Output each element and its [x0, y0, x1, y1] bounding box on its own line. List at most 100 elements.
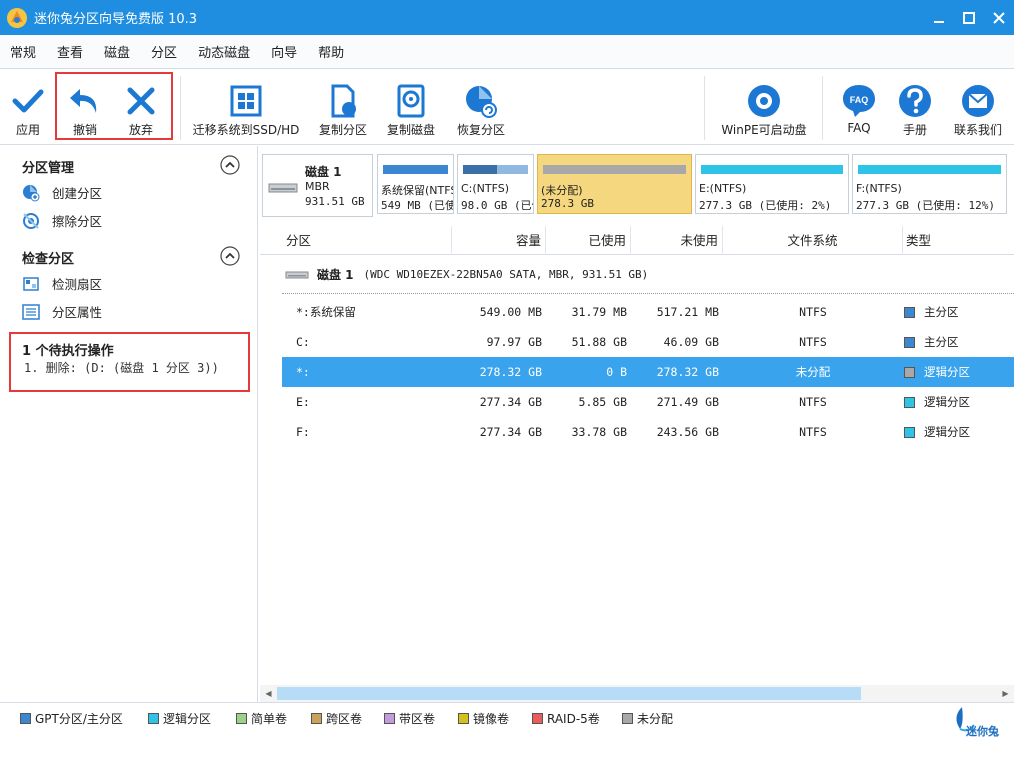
table-row[interactable]: F: 277.34 GB 33.78 GB 243.56 GB NTFS 逻辑分区	[282, 417, 1014, 447]
type-color-swatch	[904, 366, 915, 378]
type-color-swatch	[904, 396, 915, 408]
cell-filesystem: NTFS	[799, 305, 827, 319]
contact-us-button[interactable]: 联系我们	[948, 70, 1008, 145]
legend-item: 未分配	[622, 710, 673, 727]
collapse-up-icon[interactable]	[220, 246, 240, 266]
table-row[interactable]: E: 277.34 GB 5.85 GB 271.49 GB NTFS 逻辑分区	[282, 387, 1014, 417]
migrate-os-icon	[230, 85, 262, 117]
partition-properties-item[interactable]: 分区属性	[22, 302, 102, 321]
maximize-button[interactable]	[954, 0, 984, 35]
type-label: 逻辑分区	[924, 365, 970, 379]
menu-help[interactable]: 帮助	[318, 42, 344, 61]
partition-card-info: 549 MB (已使用	[381, 199, 453, 212]
menu-bar: 常规 查看 磁盘 分区 动态磁盘 向导 帮助	[0, 35, 1014, 69]
close-button[interactable]	[984, 0, 1014, 35]
hard-disk-icon	[268, 183, 298, 193]
minimize-button[interactable]	[924, 0, 954, 35]
partition-card-e[interactable]: E:(NTFS) 277.3 GB (已使用: 2%)	[695, 154, 849, 214]
partition-table: 分区 容量 已使用 未使用 文件系统 类型 磁盘 1 (WDC WD10EZEX…	[260, 226, 1014, 682]
horizontal-scrollbar[interactable]: ◀ ▶	[260, 685, 1014, 702]
faq-button[interactable]: FAQ FAQ	[836, 70, 882, 145]
menu-partition[interactable]: 分区	[151, 42, 177, 61]
legend-item: GPT分区/主分区	[20, 710, 123, 727]
cell-used: 0 B	[606, 365, 627, 379]
apply-label: 应用	[15, 123, 40, 137]
disk-card[interactable]: 磁盘 1 MBR 931.51 GB	[262, 154, 373, 217]
menu-disk[interactable]: 磁盘	[104, 42, 130, 61]
cell-capacity: 277.34 GB	[479, 425, 542, 439]
partition-properties-label: 分区属性	[52, 305, 103, 320]
type-label: 逻辑分区	[924, 395, 970, 409]
cell-unused: 271.49 GB	[656, 395, 719, 409]
disk-type: MBR	[305, 180, 330, 193]
cell-unused: 243.56 GB	[656, 425, 719, 439]
column-header-type[interactable]: 类型	[903, 226, 1014, 255]
disk-row-divider	[282, 293, 1014, 294]
cell-capacity: 549.00 MB	[479, 305, 542, 319]
copy-partition-button[interactable]: 复制分区	[312, 70, 374, 145]
column-header-used[interactable]: 已使用	[546, 226, 631, 255]
table-row[interactable]: C: 97.97 GB 51.88 GB 46.09 GB NTFS 主分区	[282, 327, 1014, 357]
table-row[interactable]: *: 278.32 GB 0 B 278.32 GB 未分配 逻辑分区	[282, 357, 1014, 387]
legend-label: 未分配	[637, 712, 674, 726]
legend-label: 跨区卷	[326, 712, 363, 726]
toolbar-separator	[180, 76, 181, 140]
column-header-capacity[interactable]: 容量	[452, 226, 546, 255]
scrollbar-thumb[interactable]	[277, 687, 861, 700]
scroll-right-arrow-icon[interactable]: ▶	[997, 685, 1014, 702]
cell-filesystem: NTFS	[799, 425, 827, 439]
disk-size: 931.51 GB	[305, 195, 365, 208]
table-row[interactable]: *:系统保留 549.00 MB 31.79 MB 517.21 MB NTFS 主分区	[282, 297, 1014, 327]
create-partition-item[interactable]: 创建分区	[22, 183, 102, 202]
partition-card-info: 277.3 GB (已使用: 12%)	[856, 199, 995, 212]
disk-header-row[interactable]: 磁盘 1 (WDC WD10EZEX-22BN5A0 SATA, MBR, 93…	[285, 266, 648, 283]
sidebar: 分区管理 创建分区 擦除分区 检查分区 检测扇区 分区属性	[0, 146, 258, 702]
apply-button[interactable]: 应用	[4, 70, 52, 145]
check-sector-item[interactable]: 检测扇区	[22, 274, 102, 293]
partition-card-unallocated[interactable]: (未分配) 278.3 GB	[537, 154, 692, 214]
partition-usage-bar	[543, 165, 686, 174]
check-sector-label: 检测扇区	[52, 277, 103, 292]
window-title: 迷你兔分区向导免费版 10.3	[34, 12, 198, 27]
partition-usage-bar	[701, 165, 843, 174]
cell-type: 逻辑分区	[904, 357, 970, 387]
cell-type: 主分区	[904, 327, 959, 357]
type-color-swatch	[904, 306, 915, 318]
legend-item: 镜像卷	[458, 710, 509, 727]
menu-dynamic-disk[interactable]: 动态磁盘	[198, 42, 250, 61]
partition-card-c[interactable]: C:(NTFS) 98.0 GB (已使用	[457, 154, 534, 214]
partition-usage-fill	[701, 165, 704, 174]
cell-partition: *:系统保留	[296, 305, 356, 319]
winpe-button[interactable]: WinPE可启动盘	[716, 70, 812, 145]
cell-type: 逻辑分区	[904, 387, 970, 417]
migrate-os-button[interactable]: 迁移系统到SSD/HD	[190, 70, 302, 145]
manual-button[interactable]: 手册	[892, 70, 938, 145]
minimize-icon	[934, 20, 944, 23]
pending-operation-item[interactable]: 1. 删除: (D: (磁盘 1 分区 3))	[24, 359, 219, 376]
cell-partition: F:	[296, 425, 310, 439]
menu-view[interactable]: 查看	[57, 42, 83, 61]
partition-card-system-reserved[interactable]: 系统保留(NTFS) 549 MB (已使用	[377, 154, 454, 214]
wipe-partition-item[interactable]: 擦除分区	[22, 211, 102, 230]
menu-general[interactable]: 常规	[10, 42, 36, 61]
collapse-up-icon[interactable]	[220, 155, 240, 175]
partition-usage-fill	[858, 165, 875, 174]
cell-used: 31.79 MB	[571, 305, 627, 319]
scroll-left-arrow-icon[interactable]: ◀	[260, 685, 277, 702]
recover-partition-button[interactable]: 恢复分区	[450, 70, 512, 145]
cell-filesystem: NTFS	[799, 395, 827, 409]
copy-disk-button[interactable]: 复制磁盘	[380, 70, 442, 145]
cell-used: 5.85 GB	[578, 395, 627, 409]
menu-wizard[interactable]: 向导	[271, 42, 297, 61]
column-header-partition[interactable]: 分区	[260, 226, 452, 255]
legend-item: RAID-5卷	[532, 710, 600, 727]
column-header-filesystem[interactable]: 文件系统	[723, 226, 903, 255]
title-bar: 迷你兔分区向导免费版 10.3	[0, 0, 1014, 35]
partition-card-label: 系统保留(NTFS)	[381, 184, 454, 197]
legend-swatch	[311, 713, 322, 724]
column-header-unused[interactable]: 未使用	[631, 226, 723, 255]
partition-card-f[interactable]: F:(NTFS) 277.3 GB (已使用: 12%)	[852, 154, 1007, 214]
cell-capacity: 97.97 GB	[486, 335, 542, 349]
manual-label: 手册	[902, 123, 927, 137]
legend-label: 镜像卷	[473, 712, 510, 726]
